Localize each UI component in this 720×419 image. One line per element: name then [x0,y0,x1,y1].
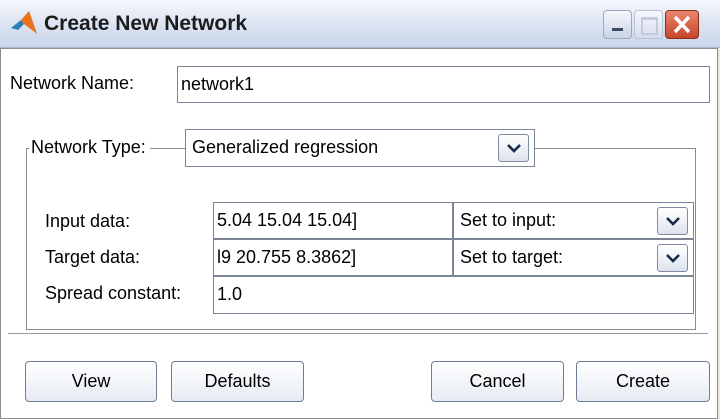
target-data-dropdown-button[interactable] [657,244,688,272]
network-name-input[interactable]: network1 [177,66,710,103]
network-name-label: Network Name: [10,73,135,93]
create-button[interactable]: Create [576,361,710,402]
input-data-field[interactable]: 5.04 15.04 15.04] [213,202,453,239]
input-data-dropdown-button[interactable] [657,207,688,235]
spread-constant-input[interactable]: 1.0 [213,276,694,314]
spread-constant-label: Spread constant: [45,283,182,303]
target-data-source-value: Set to target: [460,247,564,267]
network-type-value: Generalized regression [192,137,379,157]
view-button[interactable]: View [25,361,157,402]
close-button[interactable] [665,10,699,39]
network-type-dropdown-button[interactable] [498,134,529,162]
defaults-button[interactable]: Defaults [171,361,304,402]
close-icon [673,15,691,34]
target-data-label: Target data: [45,247,141,267]
title-bar[interactable]: Create New Network [0,0,720,48]
chevron-down-icon [666,217,680,226]
divider [8,333,708,334]
input-data-source-value: Set to input: [460,210,557,230]
minimize-icon [612,28,623,31]
chevron-down-icon [666,254,680,263]
network-type-select[interactable]: Generalized regression [185,129,535,167]
target-data-field[interactable]: l9 20.755 8.3862] [213,239,453,276]
target-data-source-select[interactable]: Set to target: [453,239,694,276]
cancel-button[interactable]: Cancel [431,361,564,402]
network-type-label: Network Type: [29,137,150,158]
dialog-body: Network Name: network1 Network Type: Gen… [0,48,718,419]
minimize-button[interactable] [603,10,632,39]
maximize-icon [641,17,658,35]
input-data-label: Input data: [45,211,131,231]
matlab-logo-icon [11,11,37,34]
input-data-source-select[interactable]: Set to input: [453,202,694,239]
chevron-down-icon [507,144,521,153]
maximize-button[interactable] [634,10,663,39]
window-title: Create New Network [44,12,248,35]
